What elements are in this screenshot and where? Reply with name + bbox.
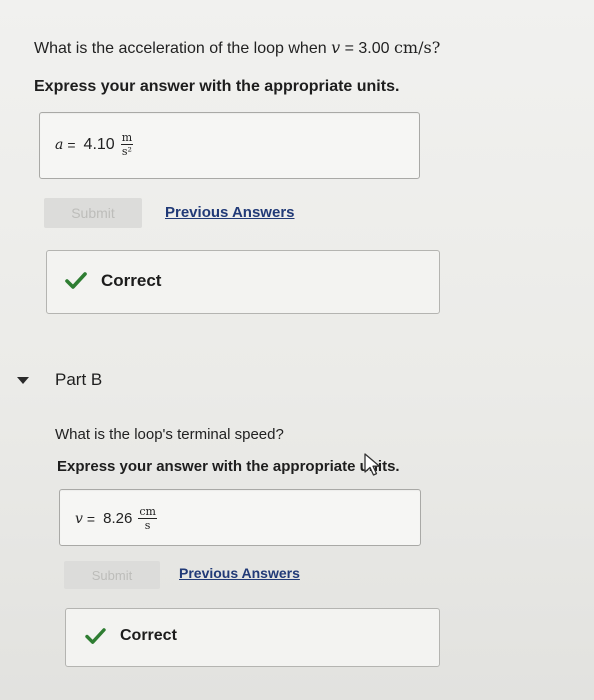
cursor-arrow-icon xyxy=(363,452,383,478)
partB-unit-denominator: s xyxy=(144,519,151,532)
partA-question-var: v xyxy=(331,38,341,57)
partB-feedback-box: Correct xyxy=(65,608,440,667)
partA-instruction: Express your answer with the appropriate… xyxy=(34,78,400,95)
partA-question: What is the acceleration of the loop whe… xyxy=(34,38,440,58)
partB-question: What is the loop's terminal speed? xyxy=(55,426,284,443)
partB-answer-value: 8.26 xyxy=(103,510,133,527)
partA-result-label: Correct xyxy=(101,271,162,290)
partA-previous-answers-link[interactable]: Previous Answers xyxy=(165,204,295,221)
partB-instruction: Express your answer with the appropriate… xyxy=(57,458,400,475)
partA-question-eq: = 3.00 xyxy=(344,40,390,57)
partB-answer-field[interactable]: v = 8.26 cm s xyxy=(59,489,421,546)
partA-answer-row: a = 4.10 m s² xyxy=(55,131,134,158)
check-icon xyxy=(65,272,87,290)
partA-submit-button[interactable]: Submit xyxy=(44,198,142,228)
partB-answer-row: v = 8.26 cm s xyxy=(75,506,157,531)
partA-answer-field[interactable]: a = 4.10 m s² xyxy=(39,112,420,179)
partB-feedback-row: Correct xyxy=(85,627,177,645)
partA-unit-numerator: m xyxy=(120,131,134,145)
partB-unit-numerator: cm xyxy=(138,505,157,519)
partB-result-label: Correct xyxy=(120,627,177,644)
partA-answer-var: a xyxy=(55,136,64,153)
partB-answer-equals: = xyxy=(86,510,96,527)
partA-feedback-row: Correct xyxy=(65,271,161,291)
check-icon xyxy=(85,627,106,645)
partA-feedback-box: Correct xyxy=(46,250,440,314)
partA-answer-unit: m s² xyxy=(120,131,134,158)
partA-question-unit: cm/s? xyxy=(393,38,441,57)
partB-answer-var: v xyxy=(75,510,83,527)
partA-answer-value: 4.10 xyxy=(83,135,115,153)
partA-question-text: What is the acceleration of the loop whe… xyxy=(34,40,327,57)
caret-down-icon[interactable] xyxy=(17,377,29,384)
partB-answer-unit: cm s xyxy=(138,506,157,531)
partA-answer-equals: = xyxy=(67,136,76,153)
partB-submit-button[interactable]: Submit xyxy=(64,561,160,589)
partB-title[interactable]: Part B xyxy=(55,370,102,390)
partB-previous-answers-link[interactable]: Previous Answers xyxy=(179,565,300,581)
partA-unit-denominator: s² xyxy=(121,145,132,158)
